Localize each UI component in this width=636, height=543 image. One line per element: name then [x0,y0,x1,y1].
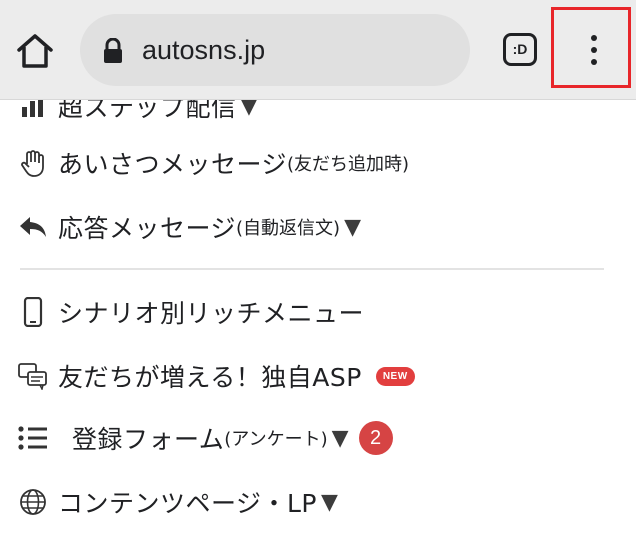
dropdown-arrow: ▼ [344,214,361,240]
menu-item-auto-reply[interactable]: 応答メッセージ (自動返信文) ▼ [18,207,361,247]
url-text[interactable]: autosns.jp [142,32,265,68]
smartphone-icon [18,297,48,327]
dropdown-arrow: ▼ [240,100,258,119]
menu-item-step-delivery[interactable]: 超ステップ配信 ▼ [18,100,257,126]
address-bar[interactable]: autosns.jp [80,14,470,86]
new-badge: NEW [375,366,415,386]
list-icon [18,423,48,453]
reply-arrow-icon [18,212,48,242]
menu-item-label: 超ステップ配信 [58,100,237,122]
chat-bubbles-icon [18,361,48,391]
menu-dot [591,47,597,53]
menu-item-label: 登録フォーム [72,425,225,454]
menu-item-content-page[interactable]: コンテンツページ・LP ▼ [18,482,338,522]
browser-toolbar: autosns.jp :D [0,0,636,100]
menu-item-greeting-message[interactable]: あいさつメッセージ (友だち追加時) [18,143,409,183]
dropdown-arrow: ▼ [331,425,349,451]
globe-icon [18,487,48,517]
page-content: 超ステップ配信 ▼ あいさつメッセージ (友だち追加時) 応答メッセージ (自動… [0,100,636,543]
menu-dot [591,59,597,65]
lock-icon [102,37,124,68]
count-badge: 2 [358,421,393,455]
menu-item-rich-menu[interactable]: シナリオ別リッチメニュー [18,292,364,332]
dropdown-arrow: ▼ [321,489,338,515]
menu-item-label: 友だちが増える！独自ASP [58,363,362,392]
menu-item-label: コンテンツページ・LP [58,489,318,518]
tab-switcher-icon[interactable]: :D [503,33,537,66]
chart-bars-icon [18,100,48,121]
menu-item-label: 応答メッセージ [58,214,237,243]
menu-item-label: あいさつメッセージ [58,150,288,179]
divider [20,268,604,270]
menu-item-note: (友だち追加時) [287,154,410,175]
menu-item-asp[interactable]: 友だちが増える！独自ASP NEW [18,356,415,396]
menu-item-note: (アンケート) [224,429,328,450]
hand-icon [18,148,48,178]
menu-item-note: (自動返信文) [236,218,341,239]
home-icon[interactable] [15,32,55,70]
menu-dot [591,35,597,41]
menu-item-registration-form[interactable]: 登録フォーム (アンケート) ▼ 2 [18,418,393,458]
more-vert-icon[interactable] [551,7,631,88]
menu-item-label: シナリオ別リッチメニュー [58,299,365,328]
